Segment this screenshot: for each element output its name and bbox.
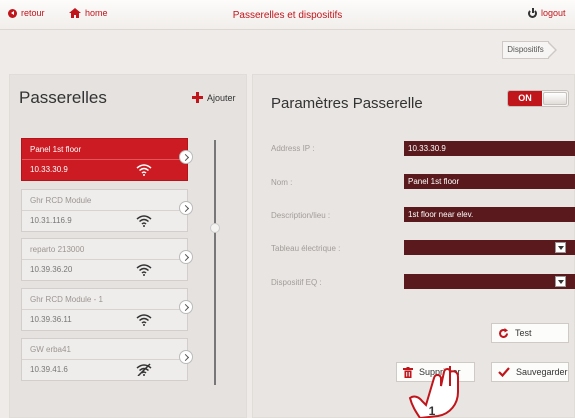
gateway-name: reparto 213000 [30,245,85,254]
gateway-name: Panel 1st floor [30,145,82,154]
chevron-down-icon[interactable] [555,276,566,287]
gateway-card[interactable]: Ghr RCD Module - 1 10.39.36.11 [21,288,188,331]
wifi-icon [136,263,152,276]
add-label: Ajouter [207,92,236,103]
ip-address-field[interactable]: 10.33.30.9 [404,141,575,156]
gateways-title: Passerelles [19,88,107,107]
select-gateway-arrow-button[interactable] [179,350,193,364]
name-field[interactable]: Panel 1st floor [404,174,575,189]
test-label: Test [515,328,532,338]
gateway-card[interactable]: reparto 213000 10.39.36.20 [21,238,188,281]
select-gateway-arrow-button[interactable] [179,150,193,164]
add-gateway-button[interactable]: Ajouter [192,92,236,103]
description-label: Description/lieu : [271,211,331,220]
electrical-board-label: Tableau électrique : [271,244,341,253]
card-divider [22,210,187,211]
name-label: Nom : [271,178,293,187]
gateway-name: GW erba41 [30,345,71,354]
wifi-icon [136,214,152,227]
gateway-ip: 10.39.36.20 [30,265,73,274]
gateway-ip: 10.39.36.11 [30,315,72,324]
electrical-board-select[interactable] [404,240,575,255]
gateway-name: Ghr RCD Module [30,196,92,205]
top-bar: retour home Passerelles et dispositifs l… [0,0,575,30]
page-title: Passerelles et dispositifs [232,10,343,21]
logout-link[interactable]: logout [528,7,566,18]
gateway-card[interactable]: GW erba41 10.39.41.6 [21,338,188,381]
annotation-label: 1 [428,404,436,418]
card-divider [22,159,187,160]
eq-device-select[interactable] [404,274,575,289]
wifi-off-icon [136,363,152,376]
gateway-ip: 10.33.30.9 [30,165,68,174]
gateway-ip: 10.39.41.6 [30,365,68,374]
eq-device-label: Dispositif EQ : [271,278,322,287]
checkmark-icon [498,367,510,377]
test-button[interactable]: Test [491,323,569,343]
breadcrumb-dispositifs[interactable]: Dispositifs [502,41,557,59]
description-field[interactable]: 1st floor near elev. [404,207,575,222]
select-gateway-arrow-button[interactable] [179,201,193,215]
gateway-name: Ghr RCD Module - 1 [30,295,103,304]
wifi-icon [136,313,152,326]
card-divider [22,259,187,260]
card-divider [22,309,187,310]
gateway-card[interactable]: Ghr RCD Module 10.31.116.9 [21,189,188,232]
plus-icon [192,92,203,103]
gateway-card[interactable]: Panel 1st floor 10.33.30.9 [21,138,188,181]
gateway-ip: 10.31.116.9 [30,216,72,225]
card-divider [22,359,187,360]
toggle-on-label: ON [508,91,542,106]
list-scrollbar-track[interactable] [214,140,216,385]
save-label: Sauvegarder [516,367,568,377]
save-button[interactable]: Sauvegarder [491,362,569,382]
chevron-down-icon[interactable] [555,242,566,253]
ip-address-label: Address IP : [271,144,315,153]
toggle-knob [543,92,567,105]
power-icon [528,7,537,18]
gateway-on-toggle[interactable]: ON [507,90,569,107]
refresh-icon [499,327,508,338]
wifi-icon [136,163,152,176]
settings-title: Paramètres Passerelle [271,95,423,112]
select-gateway-arrow-button[interactable] [179,250,193,264]
select-gateway-arrow-button[interactable] [179,300,193,314]
list-scrollbar-thumb[interactable] [210,223,220,233]
logout-label: logout [541,8,566,18]
